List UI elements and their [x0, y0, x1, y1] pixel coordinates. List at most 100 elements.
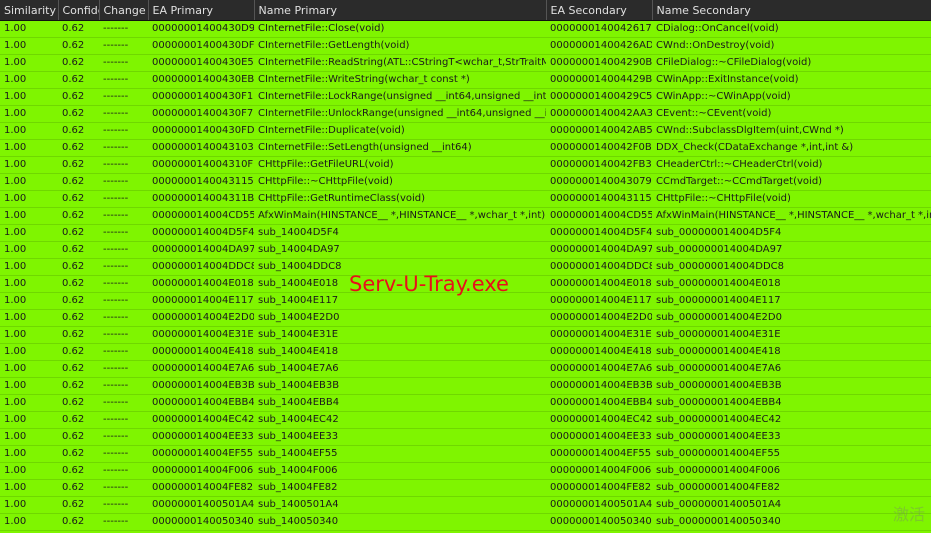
name-primary-cell: sub_14004F006 — [254, 462, 546, 480]
watermark-text: 激活 — [892, 505, 925, 524]
table-row[interactable]: 1.00 0.62 ------- 000000014004DA97 sub_14004… — [0, 241, 931, 259]
ea-primary-cell: 000000014004EC42 — [148, 411, 254, 429]
change-cell: ------- — [99, 156, 148, 174]
table-row[interactable]: 1.00 0.62 ------- 00000001400430EB CInternet… — [0, 71, 931, 89]
ea-primary-cell: 000000014004FE82 — [148, 479, 254, 497]
table-row[interactable]: 1.00 0.62 ------- 000000014004EE33 sub_14004… — [0, 428, 931, 446]
table-row[interactable]: 1.00 0.62 ------- 000000014004EBB4 sub_14004… — [0, 394, 931, 412]
ea-secondary-cell: 000000014004429BF — [546, 71, 652, 89]
change-cell: ------- — [99, 37, 148, 55]
ea-primary-cell: 000000014004D5F4 — [148, 224, 254, 242]
change-cell: ------- — [99, 258, 148, 276]
ea-primary-cell: 000000014004DDC8 — [148, 258, 254, 276]
table-row[interactable]: 1.00 0.62 ------- 0000000140050340 sub_14005… — [0, 513, 931, 531]
ea-primary-cell: 00000001400430E5 — [148, 54, 254, 72]
similarity-cell: 1.00 — [0, 105, 58, 123]
name-primary-cell: sub_14004EB3B — [254, 377, 546, 395]
ea-primary-cell: 0000000140050340 — [148, 513, 254, 531]
ea-primary-cell: 000000014004F006 — [148, 462, 254, 480]
name-primary-cell: CInternetFile::UnlockRange(unsigned __in… — [254, 105, 546, 123]
confidence-cell: 0.62 — [58, 394, 99, 412]
similarity-cell: 1.00 — [0, 258, 58, 276]
column-header-ea-secondary[interactable]: EA Secondary — [546, 0, 653, 21]
name-secondary-cell: CWnd::OnDestroy(void) — [652, 37, 931, 55]
confidence-cell: 0.62 — [58, 326, 99, 344]
ea-primary-cell: 000000014004CD55 — [148, 207, 254, 225]
table-row[interactable]: 1.00 0.62 ------- 00000001400430DF CInternet… — [0, 37, 931, 55]
name-primary-cell: sub_14004DA97 — [254, 241, 546, 259]
table-row[interactable]: 1.00 0.62 ------- 000000014004D5F4 sub_14004… — [0, 224, 931, 242]
name-secondary-cell: sub_000000014004EB3B — [652, 377, 931, 395]
column-header-confidence[interactable]: Confide — [58, 0, 100, 21]
name-primary-cell: CHttpFile::GetRuntimeClass(void) — [254, 190, 546, 208]
change-cell: ------- — [99, 224, 148, 242]
change-cell: ------- — [99, 445, 148, 463]
table-row[interactable]: 1.00 0.62 ------- 000000014004CD55 AfxWinMai… — [0, 207, 931, 225]
ea-secondary-cell: 0000000140042AA3 — [546, 105, 652, 123]
similarity-cell: 1.00 — [0, 428, 58, 446]
header-row: Similarity Confide Change EA Primary Nam… — [0, 0, 931, 21]
change-cell: ------- — [99, 309, 148, 327]
confidence-cell: 0.62 — [58, 377, 99, 395]
ea-primary-cell: 000000014004E117 — [148, 292, 254, 310]
confidence-cell: 0.62 — [58, 462, 99, 480]
similarity-cell: 1.00 — [0, 292, 58, 310]
confidence-cell: 0.62 — [58, 428, 99, 446]
change-cell: ------- — [99, 428, 148, 446]
name-secondary-cell: DDX_Check(CDataExchange *,int,int &) — [652, 139, 931, 157]
column-header-change[interactable]: Change — [99, 0, 149, 21]
table-row[interactable]: 1.00 0.62 ------- 00000001400430E5 CInternet… — [0, 54, 931, 72]
name-secondary-cell: CCmdTarget::~CCmdTarget(void) — [652, 173, 931, 191]
name-primary-cell: sub_14004E7A6 — [254, 360, 546, 378]
change-cell: ------- — [99, 173, 148, 191]
confidence-cell: 0.62 — [58, 54, 99, 72]
similarity-cell: 1.00 — [0, 513, 58, 531]
name-secondary-cell: CWinApp::~CWinApp(void) — [652, 88, 931, 106]
table-row[interactable]: 1.00 0.62 ------- 000000014004E418 sub_14004… — [0, 343, 931, 361]
column-header-similarity[interactable]: Similarity — [0, 0, 59, 21]
column-header-name-secondary[interactable]: Name Secondary — [652, 0, 931, 21]
name-primary-cell: CInternetFile::LockRange(unsigned __int6… — [254, 88, 546, 106]
confidence-cell: 0.62 — [58, 88, 99, 106]
name-primary-cell: CInternetFile::GetLength(void) — [254, 37, 546, 55]
confidence-cell: 0.62 — [58, 258, 99, 276]
name-secondary-cell: sub_000000014004EC42 — [652, 411, 931, 429]
ea-secondary-cell: 000000014004EE33 — [546, 428, 652, 446]
name-secondary-cell: sub_00000001400501A4 — [652, 496, 931, 514]
ea-secondary-cell: 000000014004E018 — [546, 275, 652, 293]
table-row[interactable]: 1.00 0.62 ------- 000000014004EB3B sub_14004… — [0, 377, 931, 395]
confidence-cell: 0.62 — [58, 190, 99, 208]
table-row[interactable]: 1.00 0.62 ------- 000000014004E2D0 sub_14004… — [0, 309, 931, 327]
table-row[interactable]: 1.00 0.62 ------- 000000014004EF55 sub_14004… — [0, 445, 931, 463]
confidence-cell: 0.62 — [58, 122, 99, 140]
name-primary-cell: CHttpFile::GetFileURL(void) — [254, 156, 546, 174]
ea-primary-cell: 00000001400430FD — [148, 122, 254, 140]
similarity-cell: 1.00 — [0, 224, 58, 242]
table-row[interactable]: 1.00 0.62 ------- 00000001400501A4 sub_14005… — [0, 496, 931, 514]
ea-secondary-cell: 0000000140042F0B — [546, 139, 652, 157]
confidence-cell: 0.62 — [58, 343, 99, 361]
table-row[interactable]: 1.00 0.62 ------- 0000000140043115 CHttpFile… — [0, 173, 931, 191]
table-row[interactable]: 1.00 0.62 ------- 000000014004F006 sub_14004… — [0, 462, 931, 480]
table-row[interactable]: 1.00 0.62 ------- 00000001400430F7 CInternet… — [0, 105, 931, 123]
name-primary-cell: sub_14004EF55 — [254, 445, 546, 463]
table-row[interactable]: 1.00 0.62 ------- 0000000140043103 CInternet… — [0, 139, 931, 157]
table-row[interactable]: 1.00 0.62 ------- 000000014004310F CHttpFile… — [0, 156, 931, 174]
table-row[interactable]: 1.00 0.62 ------- 000000014004FE82 sub_14004… — [0, 479, 931, 497]
name-primary-cell: sub_14004EBB4 — [254, 394, 546, 412]
confidence-cell: 0.62 — [58, 105, 99, 123]
ea-secondary-cell: 000000014004EBB4 — [546, 394, 652, 412]
table-row[interactable]: 1.00 0.62 ------- 000000014004EC42 sub_14004… — [0, 411, 931, 429]
table-row[interactable]: 1.00 0.62 ------- 00000001400430F1 CInternet… — [0, 88, 931, 106]
table-row[interactable]: 1.00 0.62 ------- 000000014004E7A6 sub_14004… — [0, 360, 931, 378]
column-header-name-primary[interactable]: Name Primary — [254, 0, 547, 21]
change-cell: ------- — [99, 105, 148, 123]
similarity-cell: 1.00 — [0, 377, 58, 395]
table-row[interactable]: 1.00 0.62 ------- 000000014004E31E sub_14004… — [0, 326, 931, 344]
ea-secondary-cell: 000000014004FE82 — [546, 479, 652, 497]
table-row[interactable]: 1.00 0.62 ------- 00000001400430D9 CInternet… — [0, 20, 931, 38]
table-row[interactable]: 1.00 0.62 ------- 000000014004311B CHttpFile… — [0, 190, 931, 208]
column-header-ea-primary[interactable]: EA Primary — [148, 0, 255, 21]
name-primary-cell: sub_14004D5F4 — [254, 224, 546, 242]
table-row[interactable]: 1.00 0.62 ------- 00000001400430FD CInternet… — [0, 122, 931, 140]
